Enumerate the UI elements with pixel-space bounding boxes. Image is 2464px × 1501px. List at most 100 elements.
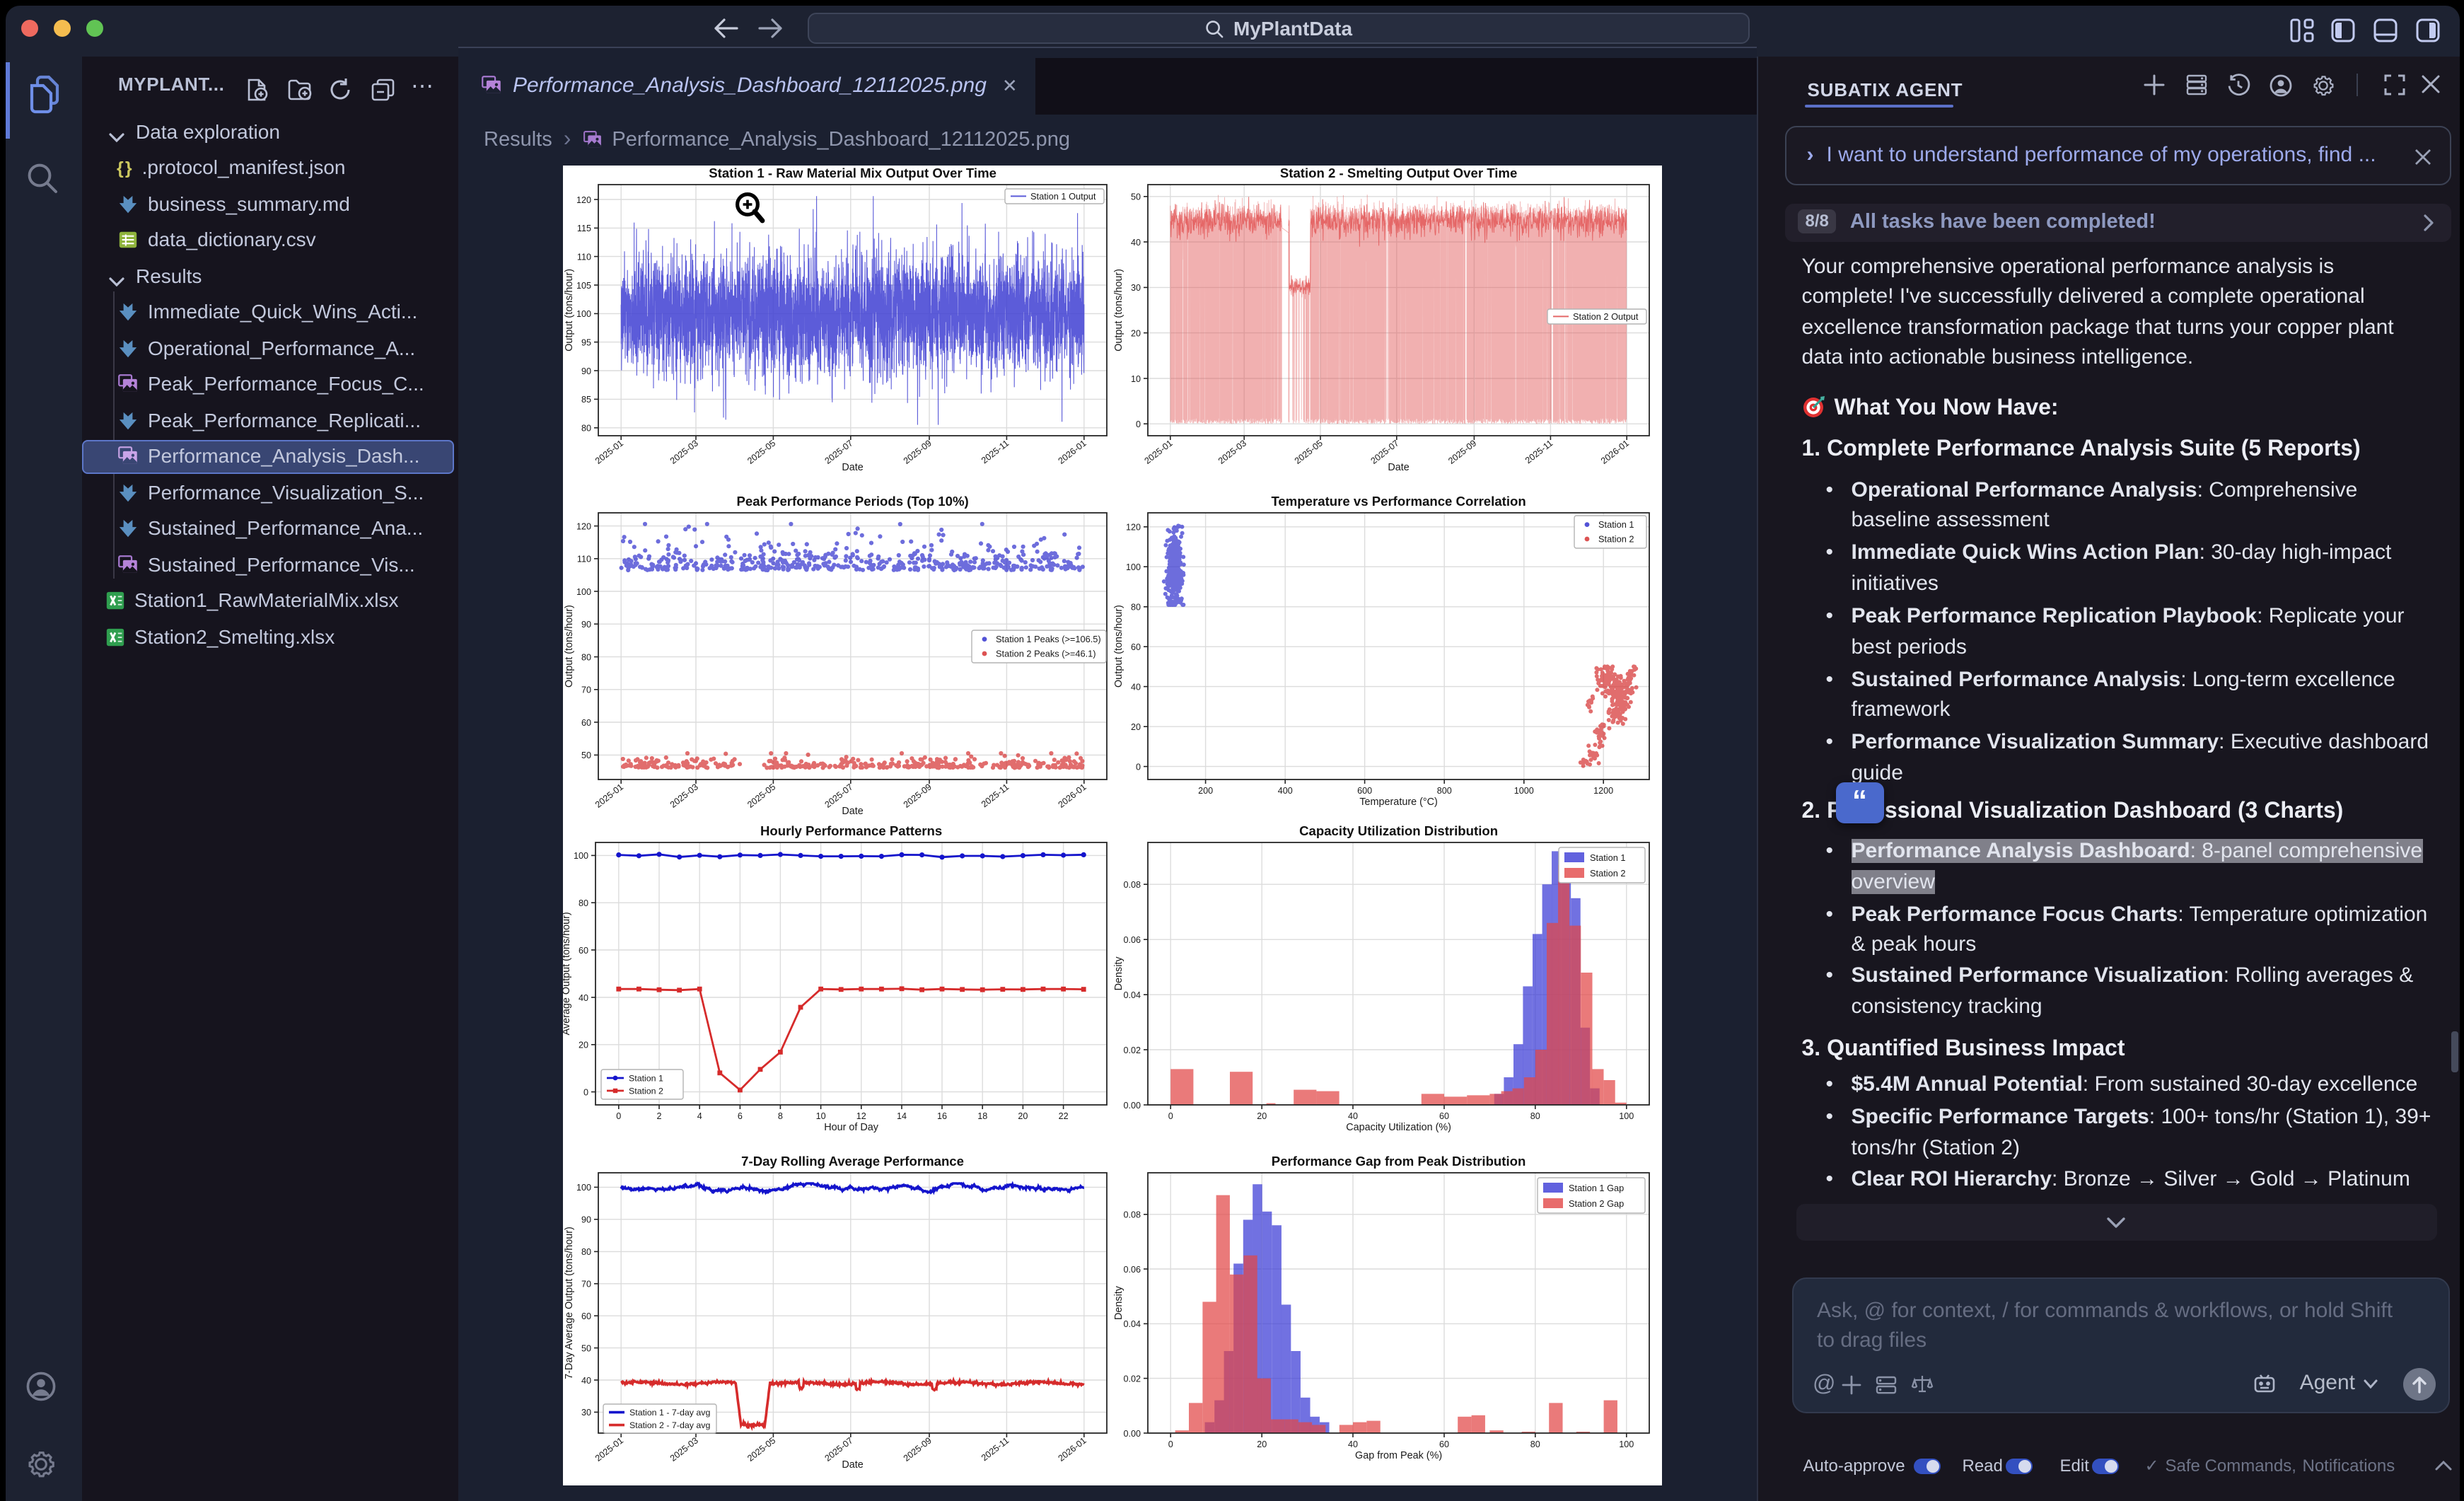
svg-text:Capacity Utilization Distribut: Capacity Utilization Distribution xyxy=(1299,823,1498,838)
svg-text:120: 120 xyxy=(576,521,591,531)
svg-text:Station 1: Station 1 xyxy=(1590,852,1626,863)
svg-text:Output (tons/hour): Output (tons/hour) xyxy=(1113,269,1125,352)
svg-text:Density: Density xyxy=(1113,956,1125,991)
svg-text:Station 1 Peaks (>=106.5): Station 1 Peaks (>=106.5) xyxy=(996,634,1101,644)
svg-text:0.00: 0.00 xyxy=(1123,1101,1141,1111)
svg-text:70: 70 xyxy=(581,685,591,695)
svg-text:105: 105 xyxy=(576,281,591,291)
svg-text:0: 0 xyxy=(616,1111,621,1121)
svg-text:0: 0 xyxy=(1136,762,1141,772)
svg-text:0.04: 0.04 xyxy=(1123,1319,1141,1329)
svg-text:Station 1: Station 1 xyxy=(1598,519,1634,530)
svg-text:Station 1 - 7-day avg: Station 1 - 7-day avg xyxy=(629,1408,710,1418)
svg-text:60: 60 xyxy=(1439,1439,1449,1449)
svg-text:70: 70 xyxy=(581,1280,591,1290)
svg-text:Gap from Peak (%): Gap from Peak (%) xyxy=(1355,1450,1442,1461)
svg-text:30: 30 xyxy=(1131,283,1141,293)
svg-text:40: 40 xyxy=(1348,1439,1358,1449)
svg-text:Station 1 Gap: Station 1 Gap xyxy=(1569,1183,1624,1193)
svg-text:120: 120 xyxy=(1126,523,1141,533)
svg-text:Peak Performance Periods (Top: Peak Performance Periods (Top 10%) xyxy=(736,494,968,509)
svg-text:10: 10 xyxy=(816,1111,826,1121)
svg-text:600: 600 xyxy=(1357,786,1372,796)
svg-text:20: 20 xyxy=(579,1041,588,1050)
svg-text:0.06: 0.06 xyxy=(1123,935,1141,945)
svg-text:Output (tons/hour): Output (tons/hour) xyxy=(1113,605,1125,688)
svg-text:100: 100 xyxy=(576,1183,591,1193)
svg-text:16: 16 xyxy=(937,1111,947,1121)
svg-text:0.08: 0.08 xyxy=(1123,1210,1141,1220)
svg-text:0: 0 xyxy=(1168,1439,1173,1449)
svg-text:60: 60 xyxy=(1131,642,1141,652)
svg-text:100: 100 xyxy=(1619,1439,1634,1449)
svg-text:4: 4 xyxy=(697,1111,702,1121)
svg-text:0.04: 0.04 xyxy=(1123,990,1141,1000)
svg-text:100: 100 xyxy=(1619,1111,1634,1121)
svg-text:20: 20 xyxy=(1257,1439,1267,1449)
svg-text:20: 20 xyxy=(1131,328,1141,338)
svg-text:0.08: 0.08 xyxy=(1123,880,1141,890)
svg-text:Performance Gap from Peak Dist: Performance Gap from Peak Distribution xyxy=(1272,1154,1526,1169)
svg-text:Capacity Utilization (%): Capacity Utilization (%) xyxy=(1346,1122,1451,1133)
svg-text:12: 12 xyxy=(856,1111,866,1121)
svg-text:Station 2 Gap: Station 2 Gap xyxy=(1569,1198,1624,1209)
svg-text:Date: Date xyxy=(842,806,863,817)
svg-text:Temperature vs Performance Cor: Temperature vs Performance Correlation xyxy=(1271,494,1526,509)
svg-text:200: 200 xyxy=(1198,786,1213,796)
svg-text:120: 120 xyxy=(576,195,591,205)
svg-text:Density: Density xyxy=(1113,1285,1125,1320)
svg-text:18: 18 xyxy=(977,1111,987,1121)
svg-text:100: 100 xyxy=(574,851,588,861)
svg-text:Date: Date xyxy=(842,462,863,473)
svg-text:Station 2: Station 2 xyxy=(629,1086,663,1096)
svg-text:6: 6 xyxy=(738,1111,743,1121)
svg-text:Output (tons/hour): Output (tons/hour) xyxy=(564,605,575,688)
svg-text:Station 1: Station 1 xyxy=(629,1073,663,1083)
svg-text:800: 800 xyxy=(1437,786,1452,796)
svg-text:Date: Date xyxy=(1388,462,1409,473)
svg-text:8: 8 xyxy=(778,1111,783,1121)
svg-text:50: 50 xyxy=(581,1343,591,1353)
svg-text:80: 80 xyxy=(581,1247,591,1257)
svg-text:80: 80 xyxy=(1530,1111,1540,1121)
svg-text:Temperature (°C): Temperature (°C) xyxy=(1359,796,1438,808)
svg-text:60: 60 xyxy=(1439,1111,1449,1121)
svg-text:40: 40 xyxy=(579,993,588,1003)
svg-text:50: 50 xyxy=(581,750,591,760)
svg-text:Station 2: Station 2 xyxy=(1590,868,1626,879)
svg-text:60: 60 xyxy=(581,1311,591,1321)
svg-text:50: 50 xyxy=(1131,192,1141,202)
svg-text:80: 80 xyxy=(581,424,591,434)
svg-text:20: 20 xyxy=(1257,1111,1267,1121)
svg-text:Date: Date xyxy=(842,1459,863,1471)
svg-text:100: 100 xyxy=(576,309,591,319)
svg-text:90: 90 xyxy=(581,1215,591,1225)
svg-text:115: 115 xyxy=(577,224,591,233)
svg-text:2: 2 xyxy=(656,1111,661,1121)
svg-text:40: 40 xyxy=(1131,238,1141,248)
svg-text:110: 110 xyxy=(577,555,591,564)
svg-text:Output (tons/hour): Output (tons/hour) xyxy=(564,269,575,352)
svg-text:100: 100 xyxy=(1126,562,1141,572)
svg-text:40: 40 xyxy=(1348,1111,1358,1121)
svg-text:0: 0 xyxy=(583,1087,588,1097)
svg-text:85: 85 xyxy=(581,395,591,405)
svg-text:90: 90 xyxy=(581,366,591,376)
svg-text:60: 60 xyxy=(579,946,588,956)
svg-text:90: 90 xyxy=(581,620,591,630)
svg-text:80: 80 xyxy=(579,898,588,908)
svg-text:100: 100 xyxy=(576,587,591,597)
svg-text:30: 30 xyxy=(581,1408,591,1418)
svg-text:22: 22 xyxy=(1059,1111,1069,1121)
svg-text:20: 20 xyxy=(1131,722,1141,732)
svg-text:0: 0 xyxy=(1168,1111,1173,1121)
svg-text:Station 2: Station 2 xyxy=(1598,534,1634,545)
svg-text:7-Day Average Output (tons/hou: 7-Day Average Output (tons/hour) xyxy=(564,1227,575,1379)
svg-text:Station 1 Output: Station 1 Output xyxy=(1030,191,1096,202)
svg-text:10: 10 xyxy=(1131,374,1141,384)
svg-text:95: 95 xyxy=(581,337,591,347)
svg-text:Station 1 - Raw Material Mix O: Station 1 - Raw Material Mix Output Over… xyxy=(709,166,996,180)
svg-text:Station 2 - 7-day avg: Station 2 - 7-day avg xyxy=(629,1420,710,1430)
svg-text:0.06: 0.06 xyxy=(1123,1265,1141,1275)
svg-text:0.00: 0.00 xyxy=(1123,1429,1141,1439)
